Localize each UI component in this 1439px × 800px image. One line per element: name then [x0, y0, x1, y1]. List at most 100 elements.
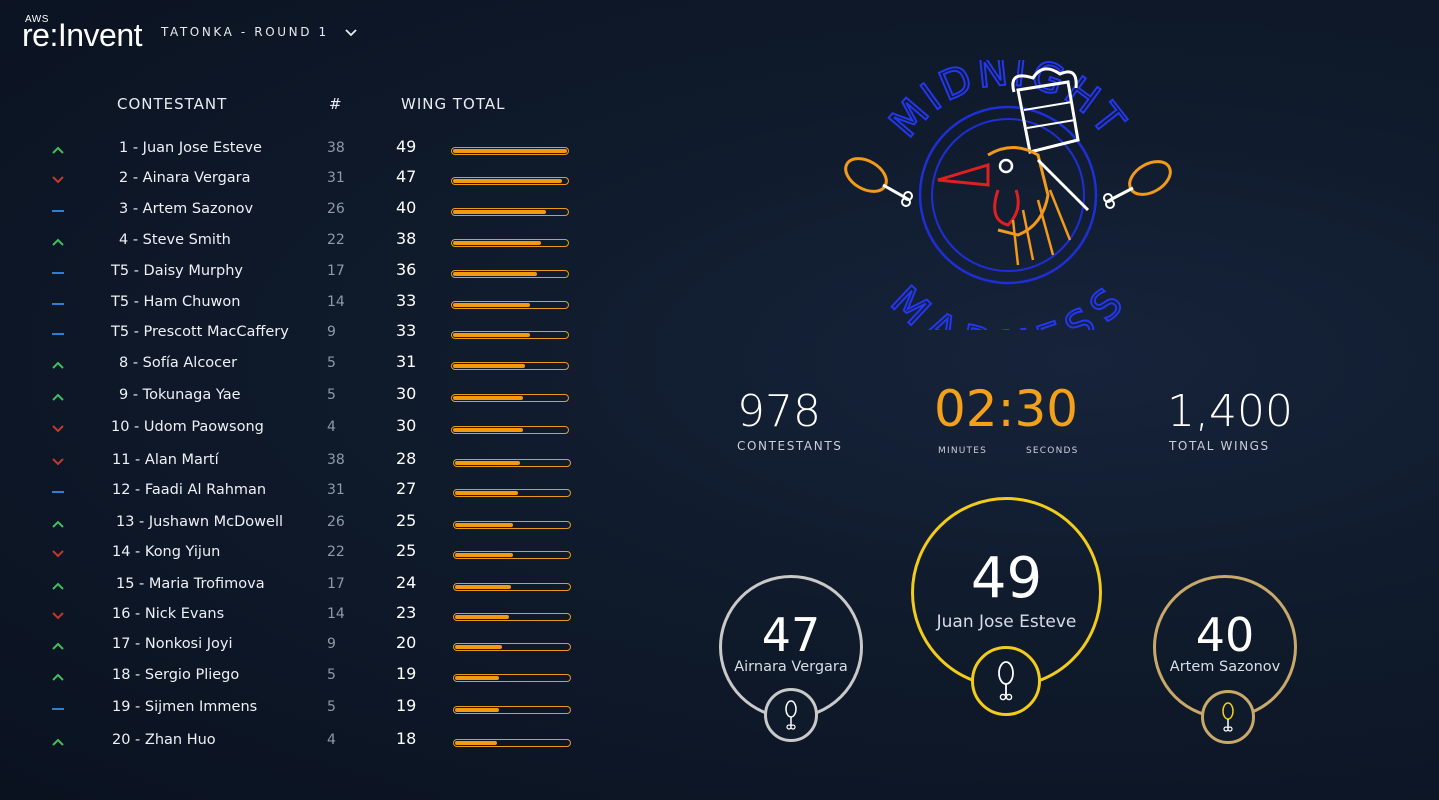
wing-total-header: WING TOTAL — [401, 95, 506, 113]
table-row[interactable]: 2 - Ainara Vergara 31 47 — [0, 167, 600, 200]
wing-progress-fill — [453, 210, 546, 214]
trend-up-icon — [52, 582, 64, 590]
trend-up-icon — [52, 393, 64, 401]
contestant-name: 11 - Alan Martí — [112, 452, 219, 468]
left-drumstick-icon — [844, 157, 913, 207]
svg-text:MADNESS: MADNESS — [882, 278, 1135, 330]
wing-progress-bar — [451, 208, 569, 216]
contestant-number: 14 — [327, 606, 345, 622]
table-row[interactable]: T5 - Daisy Murphy 17 36 — [0, 260, 600, 293]
trend-up-icon — [52, 673, 64, 681]
table-row[interactable]: T5 - Ham Chuwon 14 33 — [0, 291, 600, 324]
table-row[interactable]: 4 - Steve Smith 22 38 — [0, 229, 600, 262]
wing-total: 36 — [396, 260, 417, 279]
table-row[interactable]: T5 - Prescott MacCaffery 9 33 — [0, 321, 600, 354]
first-place-name: Juan Jose Esteve — [936, 612, 1077, 632]
trend-up-icon — [52, 642, 64, 650]
contestant-number: 4 — [327, 732, 336, 748]
table-row[interactable]: 14 - Kong Yijun 22 25 — [0, 541, 600, 574]
table-row[interactable]: 10 - Udom Paowsong 4 30 — [0, 416, 600, 449]
trend-up-icon — [52, 738, 64, 746]
wing-progress-fill — [453, 241, 541, 245]
contestant-name: 15 - Maria Trofimova — [116, 576, 265, 592]
table-row[interactable]: 12 - Faadi Al Rahman 31 27 — [0, 479, 600, 512]
wing-total: 19 — [396, 696, 417, 715]
table-row[interactable]: 20 - Zhan Huo 4 18 — [0, 729, 600, 762]
wing-progress-fill — [455, 676, 499, 680]
table-row[interactable]: 1 - Juan Jose Esteve 38 49 — [0, 137, 600, 170]
table-row[interactable]: 17 - Nonkosi Joyi 9 20 — [0, 633, 600, 666]
wing-progress-bar — [451, 362, 569, 370]
contestant-name: T5 - Daisy Murphy — [111, 263, 243, 279]
contestant-number: 38 — [327, 140, 345, 156]
chevron-down-icon[interactable] — [344, 26, 358, 40]
contestant-number: 22 — [327, 544, 345, 560]
wing-total: 19 — [396, 664, 417, 683]
total-wings-count: 1,400 — [1167, 386, 1293, 437]
wing-progress-bar — [453, 583, 571, 591]
number-header: # — [329, 95, 343, 113]
wing-progress-fill — [455, 708, 499, 712]
contestant-name: T5 - Ham Chuwon — [111, 294, 241, 310]
wing-progress-fill — [455, 645, 502, 649]
round-title[interactable]: TATONKA - ROUND 1 — [161, 25, 329, 39]
wing-progress-fill — [453, 396, 523, 400]
trend-down-icon — [52, 176, 64, 184]
wing-progress-bar — [451, 301, 569, 309]
contestant-number: 4 — [327, 419, 336, 435]
second-place-badge — [764, 688, 818, 742]
trend-up-icon — [52, 361, 64, 369]
wing-progress-fill — [455, 585, 511, 589]
contestant-name: 3 - Artem Sazonov — [119, 201, 254, 217]
wing-progress-fill — [453, 179, 562, 183]
wing-progress-fill — [455, 741, 497, 745]
wing-total: 49 — [396, 137, 417, 156]
wing-progress-fill — [455, 523, 513, 527]
contestant-name: 4 - Steve Smith — [119, 232, 231, 248]
trend-same-icon — [52, 210, 64, 212]
table-row[interactable]: 19 - Sijmen Immens 5 19 — [0, 696, 600, 729]
contestant-number: 22 — [327, 232, 345, 248]
table-row[interactable]: 13 - Jushawn McDowell 26 25 — [0, 511, 600, 544]
contestant-header: CONTESTANT — [117, 95, 228, 113]
wing-total: 30 — [396, 416, 417, 435]
wing-total: 38 — [396, 229, 417, 248]
table-row[interactable]: 18 - Sergio Pliego 5 19 — [0, 664, 600, 697]
wing-progress-fill — [453, 272, 537, 276]
wing-total: 25 — [396, 511, 417, 530]
contestant-name: 10 - Udom Paowsong — [111, 419, 264, 435]
contestant-name: 12 - Faadi Al Rahman — [112, 482, 267, 498]
drumstick-icon — [998, 661, 1014, 701]
table-row[interactable]: 11 - Alan Martí 38 28 — [0, 449, 600, 482]
wing-progress-bar — [451, 177, 569, 185]
first-place-badge — [971, 646, 1041, 716]
trend-same-icon — [52, 491, 64, 493]
wing-total: 47 — [396, 167, 417, 186]
trend-up-icon — [52, 146, 64, 154]
third-place-score: 40 — [1195, 608, 1255, 662]
contestant-name: 18 - Sergio Pliego — [112, 667, 240, 683]
trend-up-icon — [52, 520, 64, 528]
svg-text:MIDNIGHT: MIDNIGHT — [881, 60, 1136, 146]
contestant-number: 5 — [327, 699, 336, 715]
wing-progress-fill — [455, 553, 513, 557]
contestant-name: 1 - Juan Jose Esteve — [119, 140, 262, 156]
table-row[interactable]: 9 - Tokunaga Yae 5 30 — [0, 384, 600, 417]
table-row[interactable]: 15 - Maria Trofimova 17 24 — [0, 573, 600, 606]
table-row[interactable]: 3 - Artem Sazonov 26 40 — [0, 198, 600, 231]
wing-progress-fill — [455, 615, 509, 619]
contestant-name: 20 - Zhan Huo — [112, 732, 216, 748]
wing-progress-bar — [451, 270, 569, 278]
table-row[interactable]: 8 - Sofía Alcocer 5 31 — [0, 352, 600, 385]
contestant-name: 19 - Sijmen Immens — [112, 699, 258, 715]
contestant-number: 14 — [327, 294, 345, 310]
contestant-name: 9 - Tokunaga Yae — [119, 387, 241, 403]
wing-progress-bar — [451, 394, 569, 402]
contestant-number: 38 — [327, 452, 345, 468]
table-row[interactable]: 16 - Nick Evans 14 23 — [0, 603, 600, 636]
countdown-timer: 02:30 — [934, 380, 1079, 438]
wing-progress-bar — [453, 489, 571, 497]
wing-total: 20 — [396, 633, 417, 652]
contestant-name: 16 - Nick Evans — [112, 606, 225, 622]
contestant-number: 31 — [327, 482, 345, 498]
